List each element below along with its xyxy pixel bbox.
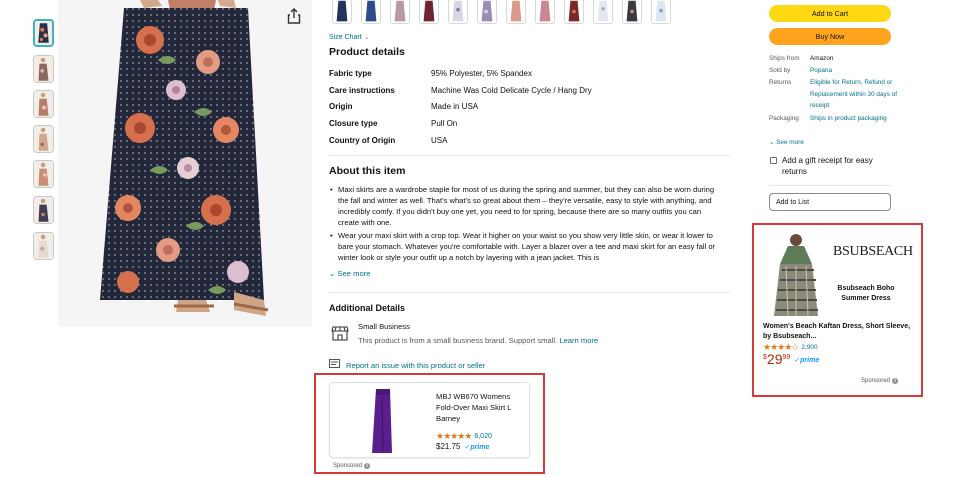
see-more-label: See more <box>337 269 371 278</box>
buy-now-button[interactable]: Buy Now <box>769 28 891 45</box>
gift-receipt-checkbox[interactable] <box>770 157 777 164</box>
ad-price-whole: 29 <box>766 351 783 367</box>
color-swatch[interactable] <box>622 0 642 24</box>
about-heading: About this item <box>329 165 406 177</box>
detail-value: 95% Polyester, 5% Spandex <box>431 69 532 78</box>
detail-key: Closure type <box>329 119 378 128</box>
sponsored-product-rating: ★★★★★ 6,020 <box>436 431 492 442</box>
color-swatch[interactable] <box>593 0 613 24</box>
packaging-label: Packaging <box>769 115 799 122</box>
color-swatch[interactable] <box>477 0 497 24</box>
star-rating-icon: ★★★★★ <box>436 431 472 441</box>
ad-title[interactable]: Women's Beach Kaftan Dress, Short Sleeve… <box>763 322 913 342</box>
share-icon[interactable] <box>287 8 301 24</box>
prime-badge: ✓prime <box>464 443 490 451</box>
product-details-heading: Product details <box>329 46 405 58</box>
color-swatch[interactable] <box>419 0 439 24</box>
color-swatch[interactable] <box>564 0 584 24</box>
ships-from-value: Amazon <box>810 55 834 62</box>
chevron-down-icon: ⌄ <box>769 139 775 146</box>
color-swatch[interactable] <box>361 0 381 24</box>
sponsored-product-price: $21.75 <box>436 442 461 451</box>
report-issue-link[interactable]: Report an issue with this product or sel… <box>329 359 485 371</box>
ad-product-name: Bsubseach Boho Summer Dress <box>837 285 895 302</box>
ad-sponsored-label[interactable]: Sponsored i <box>861 378 899 384</box>
sold-by-link[interactable]: Popana <box>810 65 898 77</box>
add-to-list-label: Add to List <box>776 198 810 206</box>
returns-label: Returns <box>769 79 792 86</box>
detail-key: Fabric type <box>329 69 372 78</box>
divider <box>769 185 891 186</box>
about-bullet: Maxi skirts are a wardrobe staple for mo… <box>329 184 722 228</box>
ad-product-image[interactable] <box>766 230 828 318</box>
sponsored-label[interactable]: Sponsored i <box>333 463 371 469</box>
sponsored-product-card[interactable]: MBJ WB670 Womens Fold-Over Maxi Skirt L … <box>329 382 530 458</box>
ad-brand-logo[interactable]: BSUBSEACH <box>833 244 913 260</box>
color-swatch[interactable] <box>390 0 410 24</box>
chevron-down-icon: ⌄ <box>329 269 336 278</box>
additional-details-heading: Additional Details <box>329 303 406 313</box>
detail-key: Care instructions <box>329 86 395 95</box>
detail-value: Pull On <box>431 119 458 128</box>
sold-by-label: Sold by <box>769 67 791 74</box>
about-bullet: Wear your maxi skirt with a crop top. We… <box>329 230 722 263</box>
info-icon: i <box>364 463 371 469</box>
packaging-link[interactable]: Ships in product packaging <box>810 113 898 125</box>
small-business-title: Small Business <box>358 322 410 331</box>
thumbnail-3[interactable] <box>33 90 54 118</box>
ad-rating-count: 2,900 <box>801 344 818 351</box>
detail-value: Machine Was Cold Delicate Cycle / Hang D… <box>431 86 592 95</box>
sponsored-product-title: MBJ WB670 Womens Fold-Over Maxi Skirt L … <box>436 392 512 423</box>
prime-badge: ✓prime <box>794 357 820 364</box>
detail-key: Origin <box>329 102 353 111</box>
thumbnail-2[interactable] <box>33 55 54 83</box>
buybox-see-more-link[interactable]: ⌄ See more <box>769 138 804 146</box>
size-chart-label: Size Chart <box>329 34 362 41</box>
ad-price: $ 29 99 ✓prime <box>763 352 819 367</box>
ad-price-fraction: 99 <box>782 354 791 361</box>
chevron-down-icon: ⌄ <box>363 34 370 41</box>
main-product-image[interactable] <box>58 0 312 327</box>
detail-value: Made in USA <box>431 102 479 111</box>
sponsored-product-price-row: $21.75 ✓prime <box>436 442 489 451</box>
about-bullets: Maxi skirts are a wardrobe staple for mo… <box>329 184 722 266</box>
sponsored-text: Sponsored <box>333 463 363 469</box>
color-swatch[interactable] <box>332 0 352 24</box>
color-swatch[interactable] <box>506 0 526 24</box>
thumbnail-6[interactable] <box>33 196 54 224</box>
size-chart-link[interactable]: Size Chart ⌄ <box>329 33 370 41</box>
add-to-list-button[interactable]: Add to List <box>769 193 891 211</box>
add-to-cart-button[interactable]: Add to Cart <box>769 5 891 22</box>
sponsored-product-image <box>364 387 404 455</box>
color-swatch[interactable] <box>448 0 468 24</box>
gift-receipt-label: Add a gift receipt for easy returns <box>782 156 873 176</box>
divider <box>329 292 730 293</box>
info-icon: i <box>892 378 899 384</box>
thumbnail-4[interactable] <box>33 125 54 153</box>
detail-value: USA <box>431 136 448 145</box>
returns-link[interactable]: Eligible for Return, Refund or Replaceme… <box>810 77 898 112</box>
color-swatch[interactable] <box>651 0 671 24</box>
color-swatch[interactable] <box>535 0 555 24</box>
small-business-icon <box>331 324 349 342</box>
learn-more-link[interactable]: Learn more <box>559 336 598 345</box>
report-issue-label: Report an issue with this product or sel… <box>346 360 486 370</box>
detail-key: Country of Origin <box>329 136 396 145</box>
small-business-text: This product is from a small business br… <box>358 336 598 345</box>
thumbnail-5[interactable] <box>33 160 54 188</box>
flag-icon <box>329 359 340 371</box>
rating-count: 6,020 <box>474 433 492 440</box>
gift-receipt-option[interactable]: Add a gift receipt for easy returns <box>770 155 892 177</box>
see-more-link[interactable]: ⌄ See more <box>329 269 370 278</box>
thumbnail-1[interactable] <box>33 19 54 47</box>
small-business-description: This product is from a small business br… <box>358 336 558 345</box>
divider <box>329 155 730 156</box>
sponsored-text: Sponsored <box>861 378 891 384</box>
buybox-see-more-label: See more <box>776 139 804 146</box>
ships-from-label: Ships from <box>769 55 800 62</box>
thumbnail-7[interactable] <box>33 232 54 260</box>
